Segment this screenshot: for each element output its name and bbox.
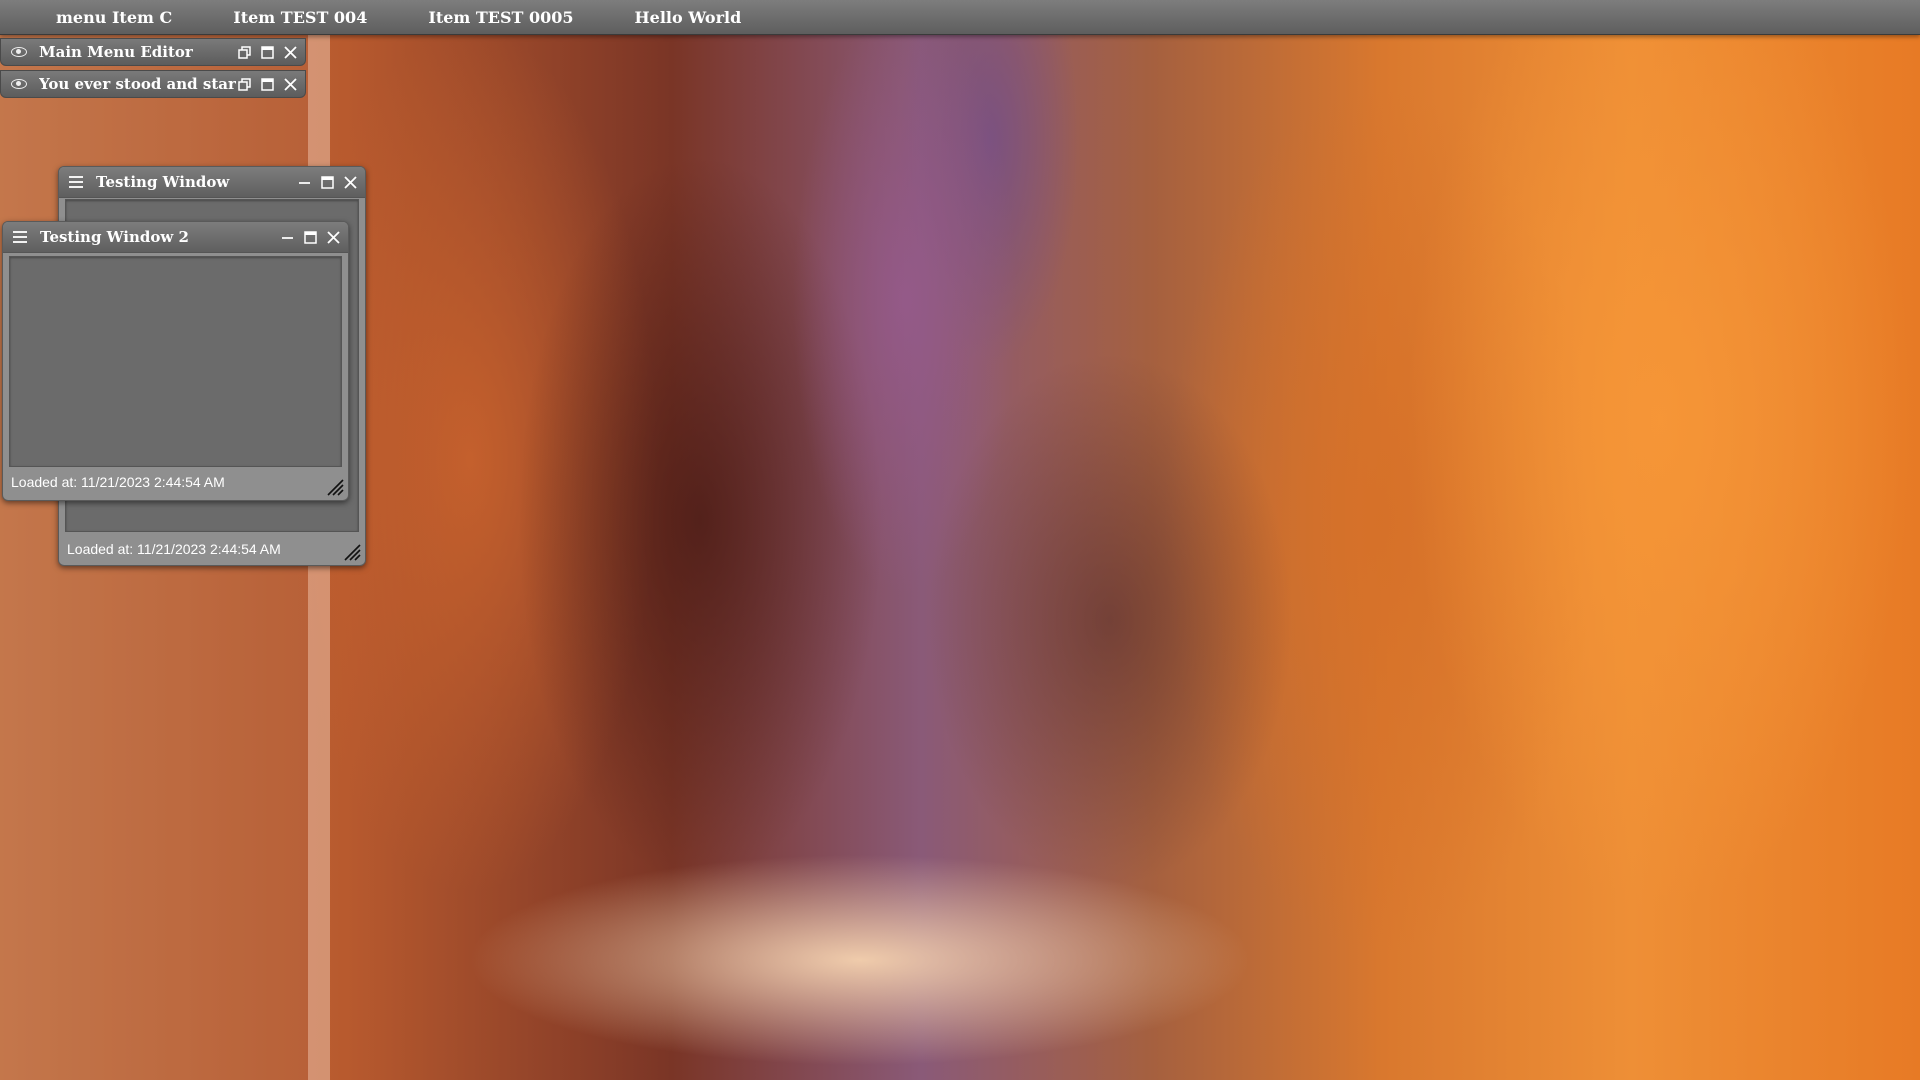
- eye-icon[interactable]: [11, 47, 27, 57]
- restore-icon[interactable]: [236, 44, 252, 60]
- minimize-icon[interactable]: [279, 229, 295, 245]
- panel-title: You ever stood and stared: [39, 75, 236, 93]
- maximize-icon[interactable]: [319, 174, 335, 190]
- maximize-icon[interactable]: [259, 76, 275, 92]
- loaded-at-status: Loaded at: 11/21/2023 2:44:54 AM: [11, 474, 225, 490]
- loaded-at-status: Loaded at: 11/21/2023 2:44:54 AM: [67, 541, 281, 557]
- minimize-icon[interactable]: [296, 174, 312, 190]
- menu-item-hello-world[interactable]: Hello World: [635, 8, 742, 27]
- panel-title: Main Menu Editor: [39, 43, 193, 61]
- hamburger-menu-icon[interactable]: [69, 176, 83, 188]
- desktop-background: menu Item C Item TEST 004 Item TEST 0005…: [0, 0, 1920, 1080]
- hamburger-menu-icon[interactable]: [13, 231, 27, 243]
- window-titlebar[interactable]: Testing Window: [59, 167, 365, 198]
- resize-grip-icon[interactable]: [343, 543, 361, 561]
- eye-icon[interactable]: [11, 79, 27, 89]
- resize-grip-icon[interactable]: [326, 478, 344, 496]
- restore-icon[interactable]: [236, 76, 252, 92]
- maximize-icon[interactable]: [259, 44, 275, 60]
- window-title: Testing Window: [96, 173, 230, 191]
- minimized-panel-you-ever-stood[interactable]: You ever stood and stared: [0, 70, 306, 98]
- minimized-panel-main-menu-editor[interactable]: Main Menu Editor: [0, 38, 306, 66]
- close-icon[interactable]: [282, 44, 298, 60]
- close-icon[interactable]: [342, 174, 358, 190]
- top-menu-bar: menu Item C Item TEST 004 Item TEST 0005…: [0, 0, 1920, 35]
- window-title: Testing Window 2: [40, 228, 189, 246]
- maximize-icon[interactable]: [302, 229, 318, 245]
- window-content-area: [9, 256, 342, 467]
- menu-item-test-004[interactable]: Item TEST 004: [233, 8, 367, 27]
- menu-item-c[interactable]: menu Item C: [56, 8, 172, 27]
- window-titlebar[interactable]: Testing Window 2: [3, 222, 348, 253]
- close-icon[interactable]: [325, 229, 341, 245]
- testing-window-2[interactable]: Testing Window 2 Loaded at: 11/21/2023 2…: [2, 221, 349, 501]
- close-icon[interactable]: [282, 76, 298, 92]
- menu-item-test-0005[interactable]: Item TEST 0005: [428, 8, 573, 27]
